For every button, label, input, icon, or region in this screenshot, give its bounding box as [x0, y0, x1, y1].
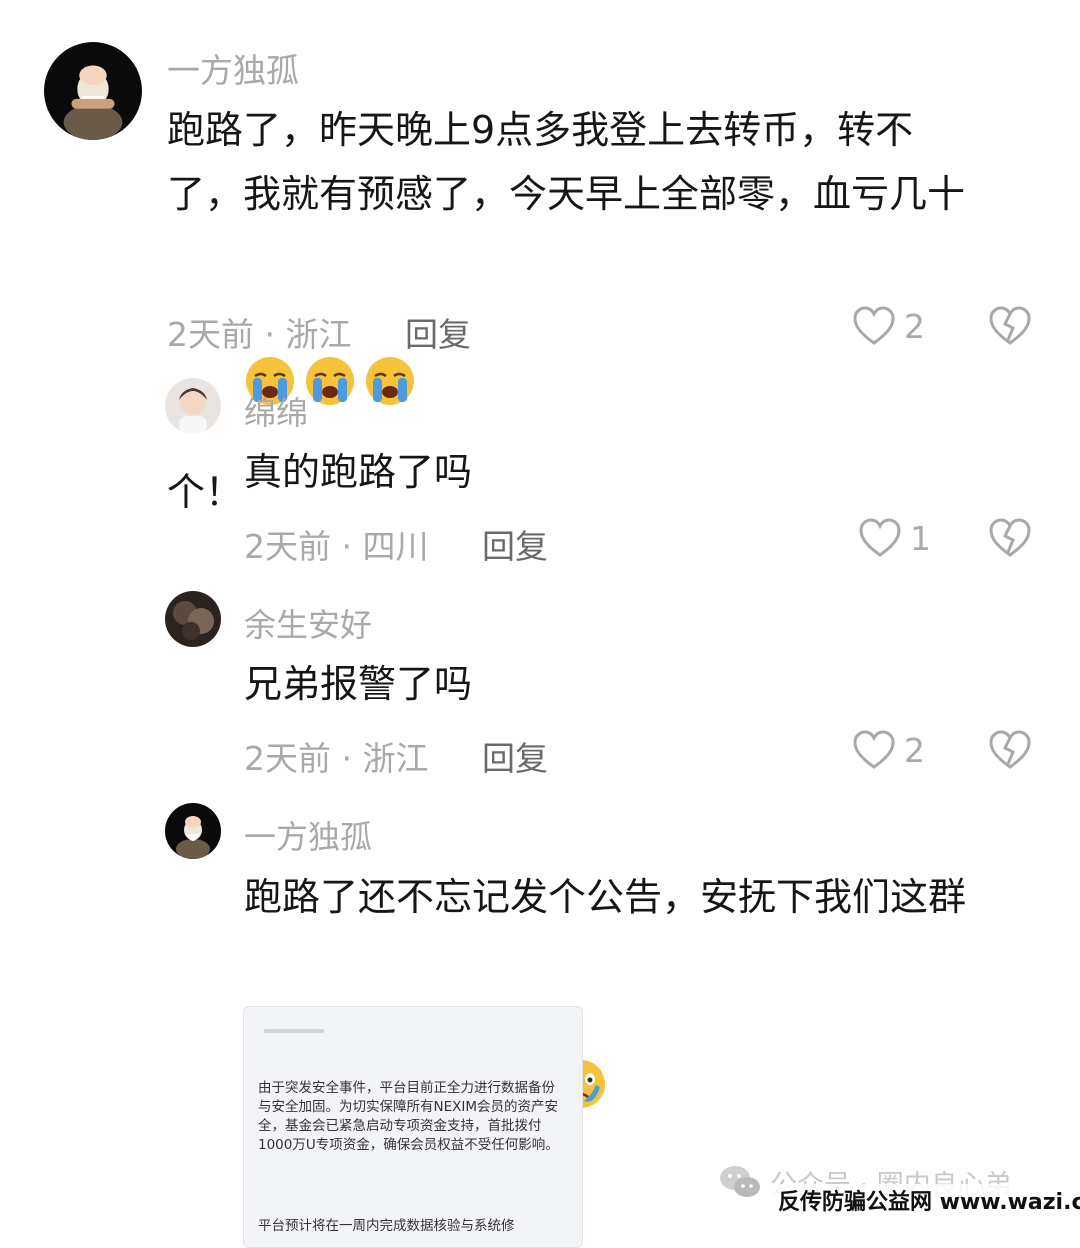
- heart-icon: [853, 306, 895, 345]
- site-label: 反传防骗公益网 www.wazi.cc: [772, 1184, 1080, 1216]
- like-button[interactable]: 1: [858, 518, 931, 558]
- attached-image[interactable]: 由于突发安全事件，平台目前正全力进行数据备份与安全加固。为切实保障所有NEXIM…: [243, 1006, 583, 1248]
- like-count: 1: [910, 518, 931, 558]
- comment-meta: 2天前 · 浙江: [244, 739, 429, 778]
- loudly-crying-icon: [363, 226, 417, 405]
- like-count: 2: [904, 306, 925, 346]
- notice-text: 由于突发安全事件，平台目前正全力进行数据备份与安全加固。为切实保障所有NEXIM…: [258, 1080, 559, 1153]
- comment-text: 真的跑路了吗: [244, 450, 473, 494]
- comment-meta: 2天前 · 四川: [244, 527, 429, 566]
- heart-icon: [853, 730, 895, 769]
- like-count: 2: [904, 730, 925, 770]
- avatar[interactable]: [44, 42, 142, 140]
- heart-icon: [859, 518, 901, 557]
- like-button[interactable]: 2: [852, 730, 925, 770]
- comment-text: 兄弟报警了吗: [244, 662, 473, 706]
- reply-button[interactable]: 回复: [482, 732, 548, 780]
- crying-face-icon: [434, 929, 488, 1108]
- dislike-button[interactable]: [988, 730, 1032, 774]
- like-button[interactable]: 2: [852, 306, 925, 346]
- broken-heart-icon: [989, 306, 1031, 345]
- dislike-button[interactable]: [988, 518, 1032, 562]
- reply-button[interactable]: 回复: [482, 520, 548, 568]
- wechat-icon: [718, 1162, 762, 1202]
- crying-face-icon: [494, 929, 548, 1108]
- avatar[interactable]: [165, 803, 221, 859]
- username[interactable]: 一方独孤: [167, 44, 299, 92]
- reply-button[interactable]: 回复: [405, 308, 471, 356]
- loudly-crying-icon: [243, 226, 297, 405]
- divider: [264, 1029, 324, 1033]
- notice-text-continued: 平台预计将在一周内完成数据核验与系统修: [258, 1218, 515, 1234]
- broken-heart-icon: [989, 730, 1031, 769]
- dislike-button[interactable]: [988, 306, 1032, 350]
- comment-meta: 2天前 · 浙江: [167, 315, 352, 354]
- username[interactable]: 绵绵: [244, 388, 308, 434]
- crying-face-icon: [554, 929, 608, 1108]
- avatar[interactable]: [165, 378, 221, 434]
- loudly-crying-icon: [303, 226, 357, 405]
- username[interactable]: 一方独孤: [244, 812, 372, 858]
- username[interactable]: 余生安好: [244, 600, 372, 646]
- broken-heart-icon: [989, 518, 1031, 557]
- avatar[interactable]: [165, 591, 221, 647]
